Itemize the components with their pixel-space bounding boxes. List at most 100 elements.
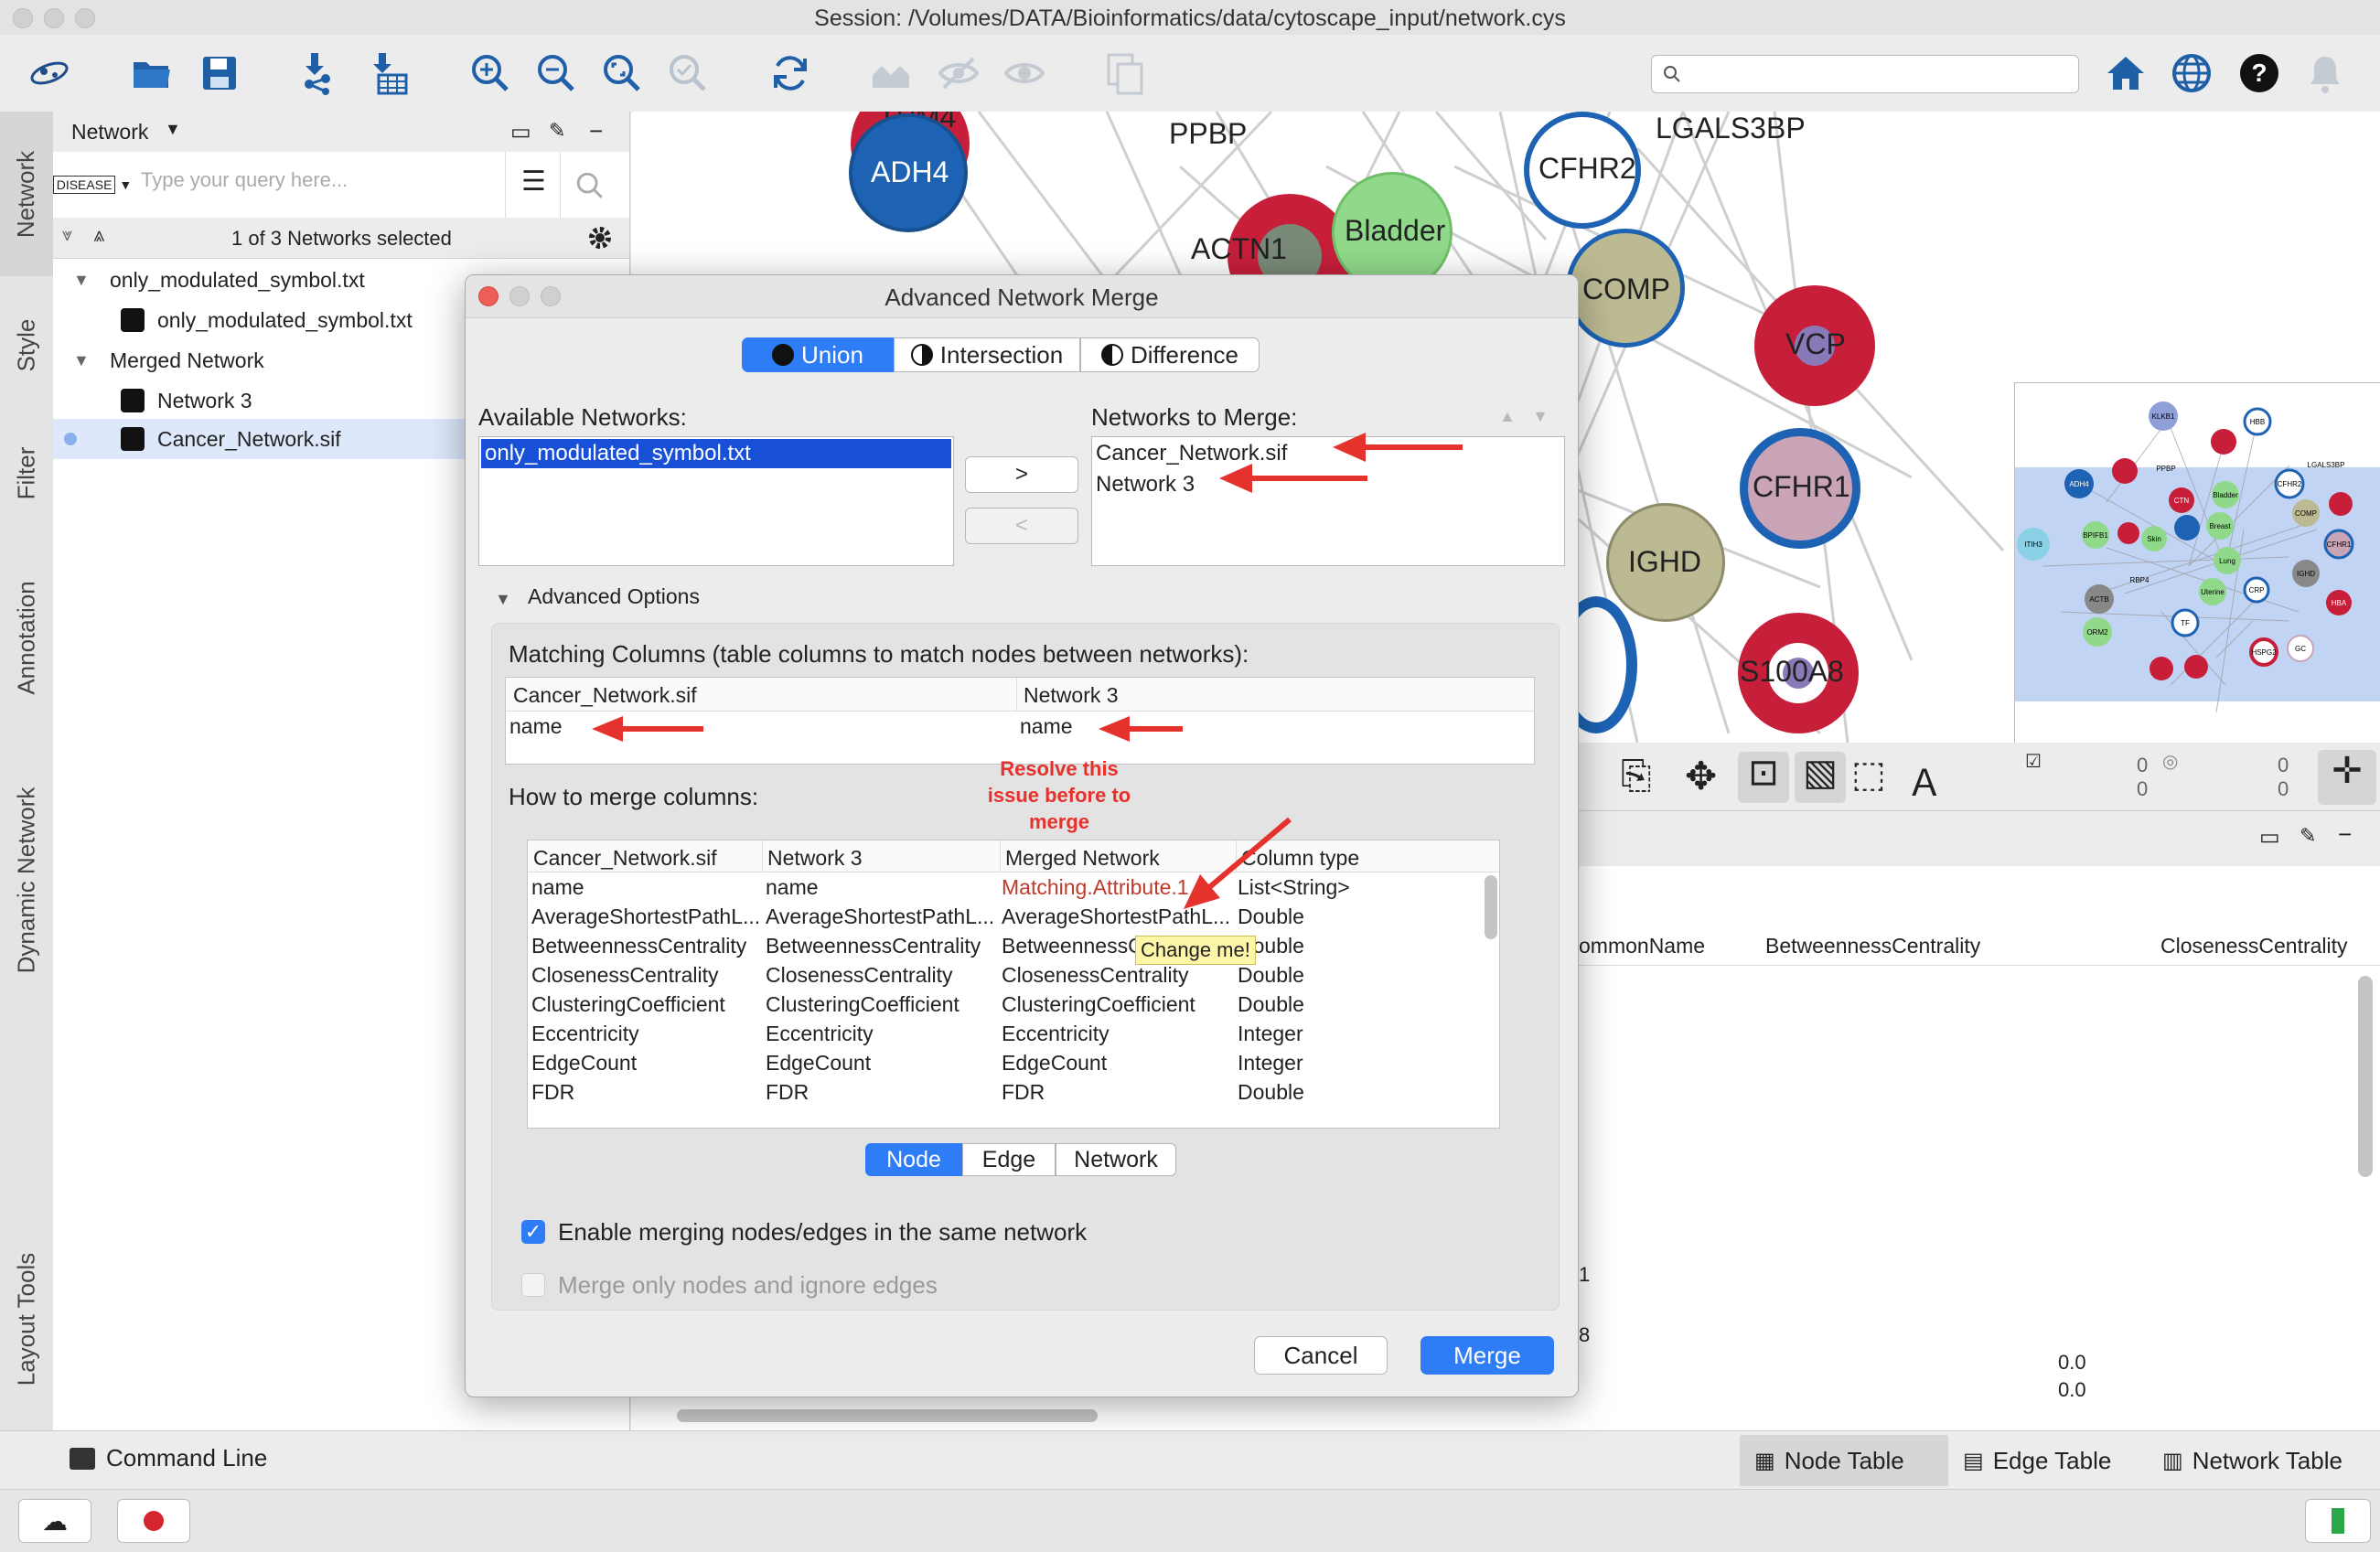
- layout-icon[interactable]: ✥: [1685, 754, 1717, 798]
- zoom-out-icon[interactable]: [531, 48, 582, 99]
- table-vertical-scrollbar[interactable]: [2358, 976, 2373, 1177]
- union-mode-button[interactable]: Union: [742, 337, 894, 372]
- matching-cell[interactable]: name: [509, 714, 563, 739]
- difference-mode-button[interactable]: Difference: [1080, 337, 1260, 372]
- move-up-icon[interactable]: ▲: [1499, 407, 1516, 426]
- tab-node-table[interactable]: ▦ Node Table: [1740, 1435, 1948, 1486]
- save-icon[interactable]: [194, 48, 245, 99]
- memory-status-icon[interactable]: [2305, 1499, 2371, 1543]
- collapse-all-icon[interactable]: ⩔: [62, 225, 72, 246]
- table-row[interactable]: EdgeCount EdgeCount EdgeCount Integer: [528, 1047, 1479, 1076]
- tab-annotation[interactable]: Annotation: [0, 541, 53, 733]
- move-down-icon[interactable]: ▼: [1532, 407, 1549, 426]
- pin-icon[interactable]: ✎: [2300, 824, 2316, 848]
- chevron-down-icon[interactable]: ▼: [495, 590, 511, 609]
- show-icon[interactable]: [999, 48, 1050, 99]
- checkbox-icon[interactable]: ☑: [2025, 750, 2042, 773]
- tab-node[interactable]: Node: [865, 1143, 962, 1176]
- table-row[interactable]: ClosenessCentrality ClosenessCentrality …: [528, 959, 1479, 989]
- table-row[interactable]: Eccentricity Eccentricity Eccentricity I…: [528, 1018, 1479, 1047]
- import-table-icon[interactable]: [362, 48, 413, 99]
- available-networks-list[interactable]: only_modulated_symbol.txt: [478, 436, 954, 566]
- table-icon: ▥: [2162, 1448, 2183, 1473]
- pin-icon[interactable]: ✎: [549, 119, 565, 143]
- import-network-icon[interactable]: [295, 48, 346, 99]
- tab-edge[interactable]: Edge: [962, 1143, 1056, 1176]
- globe-icon[interactable]: [2166, 48, 2217, 99]
- search-icon[interactable]: [574, 170, 606, 201]
- list-item[interactable]: Network 3: [1096, 472, 1195, 498]
- zoom-in-icon[interactable]: [465, 48, 516, 99]
- cloud-icon[interactable]: ☁: [18, 1499, 91, 1543]
- cancel-button[interactable]: Cancel: [1254, 1336, 1388, 1375]
- home-icon[interactable]: [2100, 48, 2151, 99]
- column-header[interactable]: BetweennessCentrality: [1765, 934, 1980, 958]
- expand-all-icon[interactable]: ⩓: [93, 223, 104, 247]
- tab-layout-tools[interactable]: Layout Tools: [0, 1218, 53, 1419]
- chevron-down-icon[interactable]: ▼: [73, 351, 90, 370]
- export-image-icon[interactable]: ⎘: [1621, 754, 1652, 798]
- column-header[interactable]: ClosenessCentrality: [2160, 934, 2348, 958]
- table-row[interactable]: BetweennessCentrality BetweennessCentral…: [528, 930, 1479, 959]
- network-panel-title[interactable]: Network: [71, 120, 148, 144]
- table-row[interactable]: name name Matching.Attribute.1 List<Stri…: [528, 872, 1479, 901]
- show-neighbors-icon[interactable]: [865, 48, 917, 99]
- merge-table-scrollbar[interactable]: [1485, 875, 1497, 939]
- network-query-input[interactable]: Type your query here...: [141, 168, 348, 192]
- pan-navigate-icon[interactable]: ✛: [2318, 750, 2376, 805]
- add-network-button[interactable]: >: [965, 456, 1078, 493]
- minimize-panel-icon[interactable]: −: [2338, 820, 2352, 849]
- disease-source-selector[interactable]: DISEASE ▼: [52, 159, 132, 210]
- zoom-selected-icon[interactable]: [662, 48, 713, 99]
- app-logo-icon[interactable]: [24, 48, 75, 99]
- notifications-icon[interactable]: [2300, 48, 2351, 99]
- list-item[interactable]: only_modulated_symbol.txt: [481, 439, 951, 468]
- table-row[interactable]: FDR FDR FDR Double: [528, 1076, 1479, 1106]
- hide-icon[interactable]: ◎: [2162, 750, 2178, 773]
- nodes-only-checkbox[interactable]: [521, 1273, 545, 1297]
- error-icon[interactable]: [117, 1499, 190, 1543]
- table-row[interactable]: AverageShortestPathL... AverageShortestP…: [528, 901, 1479, 930]
- tab-network[interactable]: Network: [1056, 1143, 1176, 1176]
- advanced-options-toggle[interactable]: Advanced Options: [528, 584, 700, 609]
- chevron-down-icon[interactable]: ▼: [165, 120, 181, 139]
- networks-to-merge-list[interactable]: Cancer_Network.sif Network 3: [1091, 436, 1565, 566]
- copy-network-icon[interactable]: [1099, 48, 1151, 99]
- zoom-fit-icon[interactable]: [596, 48, 648, 99]
- tab-style[interactable]: Style: [0, 285, 53, 404]
- column-header[interactable]: ommonName: [1579, 934, 1705, 958]
- chevron-down-icon[interactable]: ▼: [73, 271, 90, 290]
- gear-icon[interactable]: [585, 223, 615, 252]
- command-line-button[interactable]: Command Line: [70, 1444, 267, 1472]
- help-icon[interactable]: ?: [2234, 48, 2285, 99]
- open-folder-icon[interactable]: [126, 48, 177, 99]
- float-panel-icon[interactable]: ▭: [2259, 824, 2280, 851]
- float-panel-icon[interactable]: ▭: [510, 119, 531, 145]
- tab-network-table[interactable]: ▥ Network Table: [2157, 1435, 2376, 1486]
- minimize-panel-icon[interactable]: −: [589, 117, 603, 145]
- intersection-mode-button[interactable]: Intersection: [894, 337, 1080, 372]
- matching-columns-table[interactable]: Cancer_Network.sif Network 3 name name: [505, 677, 1535, 765]
- select-edges-icon[interactable]: ▧: [1795, 752, 1846, 803]
- hide-icon[interactable]: [933, 48, 984, 99]
- menu-icon[interactable]: ☰: [521, 168, 546, 196]
- annotation-text-icon[interactable]: Ａ: [1906, 754, 1943, 807]
- tab-network[interactable]: Network: [0, 112, 53, 276]
- tab-dynamic-network[interactable]: Dynamic Network: [0, 743, 53, 1017]
- select-annotations-icon[interactable]: ⬚: [1851, 754, 1886, 796]
- node-lgals3bp-label[interactable]: LGALS3BP: [1656, 112, 1806, 145]
- toolbar-search-input[interactable]: [1651, 55, 2079, 93]
- table-horizontal-scrollbar[interactable]: [677, 1409, 1098, 1422]
- merge-button[interactable]: Merge: [1420, 1336, 1554, 1375]
- matching-cell[interactable]: name: [1020, 714, 1073, 739]
- tab-filter[interactable]: Filter: [0, 413, 53, 532]
- remove-network-button[interactable]: <: [965, 508, 1078, 544]
- node-ppbp-label[interactable]: PPBP: [1169, 117, 1247, 151]
- table-row[interactable]: ClusteringCoefficient ClusteringCoeffici…: [528, 989, 1479, 1018]
- select-nodes-icon[interactable]: ⊡: [1738, 752, 1789, 803]
- network-overview-minimap[interactable]: KLKB1 HBB PPBP LGALS3BP ADH4 CTN Bladder…: [2014, 382, 2380, 743]
- enable-merge-checkbox[interactable]: ✓: [521, 1220, 545, 1244]
- merge-columns-table[interactable]: Cancer_Network.sif Network 3 Merged Netw…: [527, 840, 1500, 1129]
- tab-edge-table[interactable]: ▤ Edge Table: [1957, 1435, 2153, 1486]
- refresh-icon[interactable]: [765, 48, 816, 99]
